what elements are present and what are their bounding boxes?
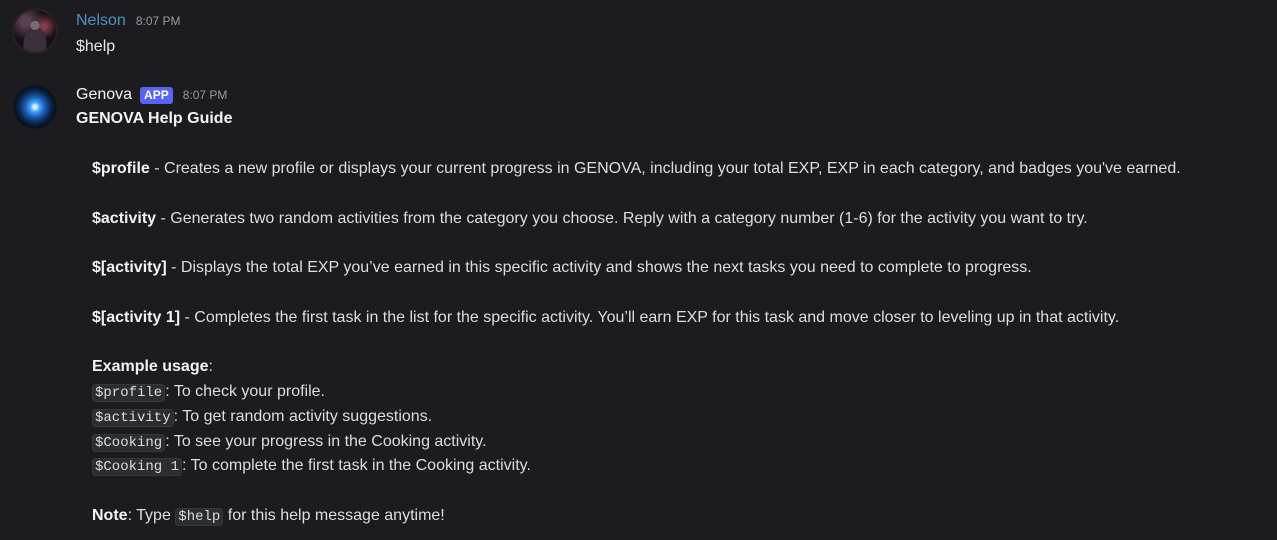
command-name: $profile: [92, 160, 150, 177]
inline-code: $Cooking 1: [92, 458, 183, 476]
command-description: - Generates two random activities from t…: [156, 210, 1088, 227]
note-line: Note: Type $help for this help message a…: [92, 507, 445, 526]
command-name: $activity: [92, 210, 157, 227]
timestamp: 8:07 PM: [182, 88, 228, 102]
inline-code: $Cooking: [92, 434, 166, 452]
message-text: $help: [76, 38, 116, 55]
command-line-profile: $profile - Creates a new profile or disp…: [92, 160, 1181, 178]
avatar[interactable]: [12, 8, 58, 54]
app-badge: APP: [140, 86, 173, 104]
example-usage-heading: Example usage:: [92, 358, 213, 376]
command-description: - Displays the total EXP you’ve earned i…: [166, 259, 1032, 276]
author-name[interactable]: Genova: [76, 86, 132, 104]
command-line-activity: $activity - Generates two random activit…: [92, 210, 1088, 228]
example-line: $Cooking 1: To complete the first task i…: [92, 457, 531, 476]
inline-code: $help: [175, 508, 224, 526]
inline-code: $profile: [92, 384, 166, 402]
author-name[interactable]: Nelson: [76, 12, 126, 30]
command-name: $[activity 1]: [92, 309, 181, 326]
command-line-activity-complete: $[activity 1] - Completes the first task…: [92, 309, 1119, 327]
example-line: $profile: To check your profile.: [92, 383, 325, 402]
command-description: - Completes the first task in the list f…: [180, 309, 1120, 326]
example-description: : To complete the first task in the Cook…: [182, 457, 531, 474]
help-guide-title: GENOVA Help Guide: [76, 110, 233, 127]
note-label: Note: [92, 507, 128, 524]
example-heading-label: Example usage: [92, 358, 209, 375]
heading-colon: :: [208, 358, 213, 375]
message-header: Nelson 8:07 PM: [76, 12, 181, 30]
inline-code: $activity: [92, 409, 174, 427]
note-pre: : Type: [127, 507, 176, 524]
example-description: : To get random activity suggestions.: [173, 408, 433, 425]
example-line: $Cooking: To see your progress in the Co…: [92, 433, 487, 452]
command-line-activity-detail: $[activity] - Displays the total EXP you…: [92, 259, 1032, 277]
example-description: : To see your progress in the Cooking ac…: [165, 433, 487, 450]
example-description: : To check your profile.: [165, 383, 325, 400]
timestamp: 8:07 PM: [135, 14, 181, 28]
example-line: $activity: To get random activity sugges…: [92, 408, 433, 427]
command-description: - Creates a new profile or displays your…: [149, 160, 1181, 177]
note-post: for this help message anytime!: [223, 507, 445, 524]
message-header: Genova APP 8:07 PM: [76, 86, 227, 104]
command-name: $[activity]: [92, 259, 167, 276]
avatar[interactable]: [12, 84, 58, 130]
